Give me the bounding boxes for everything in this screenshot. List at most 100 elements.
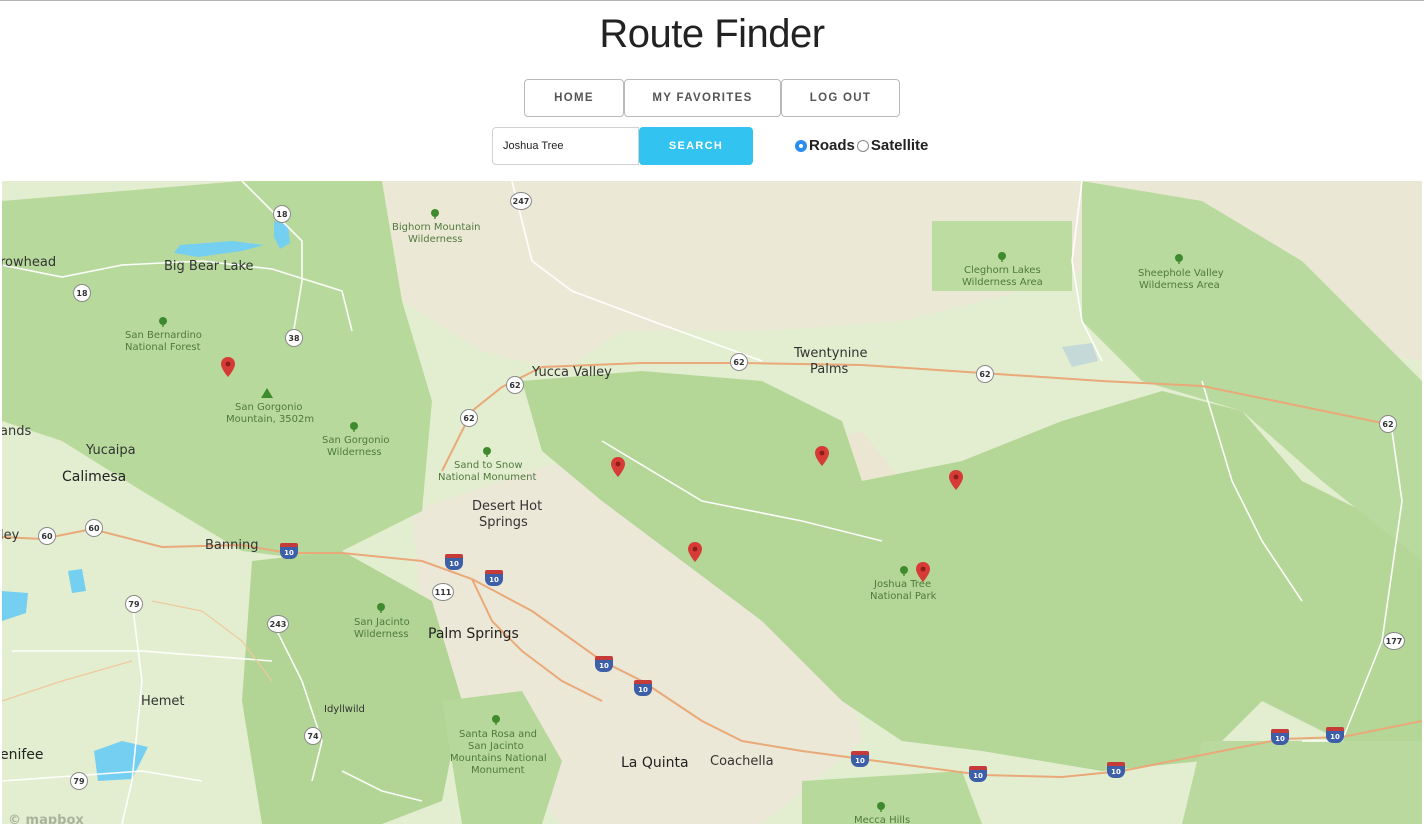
trail-marker-pin-icon[interactable]	[611, 457, 625, 477]
route-shield-18: 18	[273, 205, 291, 223]
home-button[interactable]: HOME	[524, 79, 624, 117]
city-label-arrowhead: rowhead	[2, 255, 57, 270]
park-tree-icon	[159, 317, 167, 327]
park-label-santa-rosa-3: Mountains National	[450, 753, 547, 764]
city-label-coachella: Coachella	[710, 754, 774, 769]
park-label-san-bernardino: San Bernardino	[125, 330, 202, 341]
route-shield-18: 18	[73, 284, 91, 302]
interstate-shield-10: 10	[280, 543, 298, 559]
park-label-san-jacinto: San Jacinto	[354, 617, 410, 628]
park-tree-icon	[877, 802, 885, 812]
interstate-shield-10: 10	[595, 656, 613, 672]
city-label-menifee: enifee	[2, 747, 44, 763]
park-label-santa-rosa: Santa Rosa and	[459, 729, 537, 740]
interstate-shield-10: 10	[445, 554, 463, 570]
map-canvas[interactable]: rowhead Big Bear Lake Yucca Valley Twent…	[2, 181, 1422, 824]
route-shield-62: 62	[730, 353, 748, 371]
park-tree-icon	[900, 566, 908, 576]
main-nav: HOME MY FAVORITES LOG OUT	[524, 79, 900, 117]
city-label-banning: Banning	[205, 538, 259, 553]
park-label-sand-to-snow-2: National Monument	[438, 472, 537, 483]
route-shield-79: 79	[125, 595, 143, 613]
park-label-santa-rosa-2: San Jacinto	[468, 741, 524, 752]
park-label-bighorn-2: Wilderness	[408, 234, 463, 245]
roads-radio[interactable]	[795, 139, 807, 152]
route-shield-62: 62	[1379, 415, 1397, 433]
park-label-santa-rosa-4: Monument	[471, 765, 525, 776]
search-input[interactable]	[492, 127, 639, 165]
city-label-springs: Springs	[479, 515, 528, 530]
park-label-sand-to-snow: Sand to Snow	[454, 460, 523, 471]
route-shield-62: 62	[976, 365, 994, 383]
route-shield-243: 243	[267, 615, 289, 633]
route-shield-62: 62	[506, 376, 524, 394]
park-label-cleghorn-2: Wilderness Area	[962, 277, 1043, 288]
interstate-shield-10: 10	[1271, 729, 1289, 745]
interstate-shield-10: 10	[851, 751, 869, 767]
park-label-mecca-hills: Mecca Hills	[854, 815, 911, 824]
roads-label: Roads	[809, 137, 855, 154]
city-label-hemet: Hemet	[141, 694, 185, 709]
route-shield-74: 74	[304, 727, 322, 745]
park-label-cleghorn: Cleghorn Lakes	[964, 265, 1041, 276]
park-tree-icon	[431, 209, 439, 219]
interstate-shield-10: 10	[1107, 762, 1125, 778]
park-tree-icon	[998, 252, 1006, 262]
route-shield-111: 111	[432, 583, 454, 601]
park-tree-icon	[1175, 254, 1183, 264]
trail-marker-pin-icon[interactable]	[221, 357, 235, 377]
city-label-yucaipa: Yucaipa	[86, 443, 136, 458]
city-label-la-quinta: La Quinta	[621, 755, 689, 771]
city-label-twentynine: Twentynine	[794, 346, 868, 361]
search-bar: SEARCH	[492, 127, 753, 165]
log-out-button[interactable]: LOG OUT	[781, 79, 900, 117]
trail-marker-pin-icon[interactable]	[949, 470, 963, 490]
top-divider	[0, 0, 1424, 1]
route-shield-38: 38	[285, 329, 303, 347]
park-tree-icon	[492, 715, 500, 725]
mountain-peak-icon	[261, 388, 273, 398]
map-layer-toggle: Roads Satellite	[795, 137, 930, 154]
park-label-sheephole: Sheephole Valley	[1138, 268, 1224, 279]
park-tree-icon	[350, 422, 358, 432]
park-label-joshua-tree-2: National Park	[870, 591, 937, 602]
interstate-shield-10: 10	[634, 680, 652, 696]
park-label-san-jacinto-2: Wilderness	[354, 629, 409, 640]
mapbox-attribution[interactable]: © mapbox	[8, 813, 84, 824]
route-shield-60: 60	[38, 527, 56, 545]
search-button[interactable]: SEARCH	[639, 127, 753, 165]
route-shield-62: 62	[460, 409, 478, 427]
park-label-gorgonio-wilderness: San Gorgonio	[322, 435, 390, 446]
trail-marker-pin-icon[interactable]	[815, 446, 829, 466]
city-label-palm-springs: Palm Springs	[428, 626, 519, 642]
interstate-shield-10: 10	[969, 766, 987, 782]
city-label-calimesa: Calimesa	[62, 469, 127, 485]
park-label-gorgonio-mountain: San Gorgonio	[235, 402, 303, 413]
park-label-gorgonio-mountain-2: Mountain, 3502m	[226, 414, 315, 425]
route-shield-177: 177	[1383, 632, 1405, 650]
my-favorites-button[interactable]: MY FAVORITES	[624, 79, 781, 117]
city-label-palms: Palms	[810, 362, 849, 377]
route-shield-79: 79	[70, 772, 88, 790]
park-tree-icon	[377, 603, 385, 613]
page-title: Route Finder	[599, 12, 825, 56]
satellite-label: Satellite	[870, 137, 929, 154]
park-label-gorgonio-wilderness-2: Wilderness	[327, 447, 382, 458]
city-label-yucca-valley: Yucca Valley	[532, 365, 612, 380]
route-shield-60: 60	[85, 519, 103, 537]
interstate-shield-10: 10	[1326, 727, 1344, 743]
city-label-redlands: ands	[2, 424, 32, 439]
city-label-valley: ley	[2, 528, 20, 543]
city-label-big-bear-lake: Big Bear Lake	[164, 259, 254, 274]
park-label-san-bernardino-2: National Forest	[125, 342, 201, 353]
park-label-sheephole-2: Wilderness Area	[1139, 280, 1220, 291]
satellite-radio[interactable]	[856, 139, 869, 152]
interstate-shield-10: 10	[485, 570, 503, 586]
city-label-desert-hot: Desert Hot	[472, 499, 543, 514]
city-label-idyllwild: Idyllwild	[324, 704, 365, 715]
park-label-bighorn: Bighorn Mountain	[392, 222, 481, 233]
park-tree-icon	[483, 447, 491, 457]
trail-marker-pin-icon[interactable]	[688, 542, 702, 562]
route-shield-247: 247	[510, 192, 532, 210]
trail-marker-pin-icon[interactable]	[916, 562, 930, 582]
